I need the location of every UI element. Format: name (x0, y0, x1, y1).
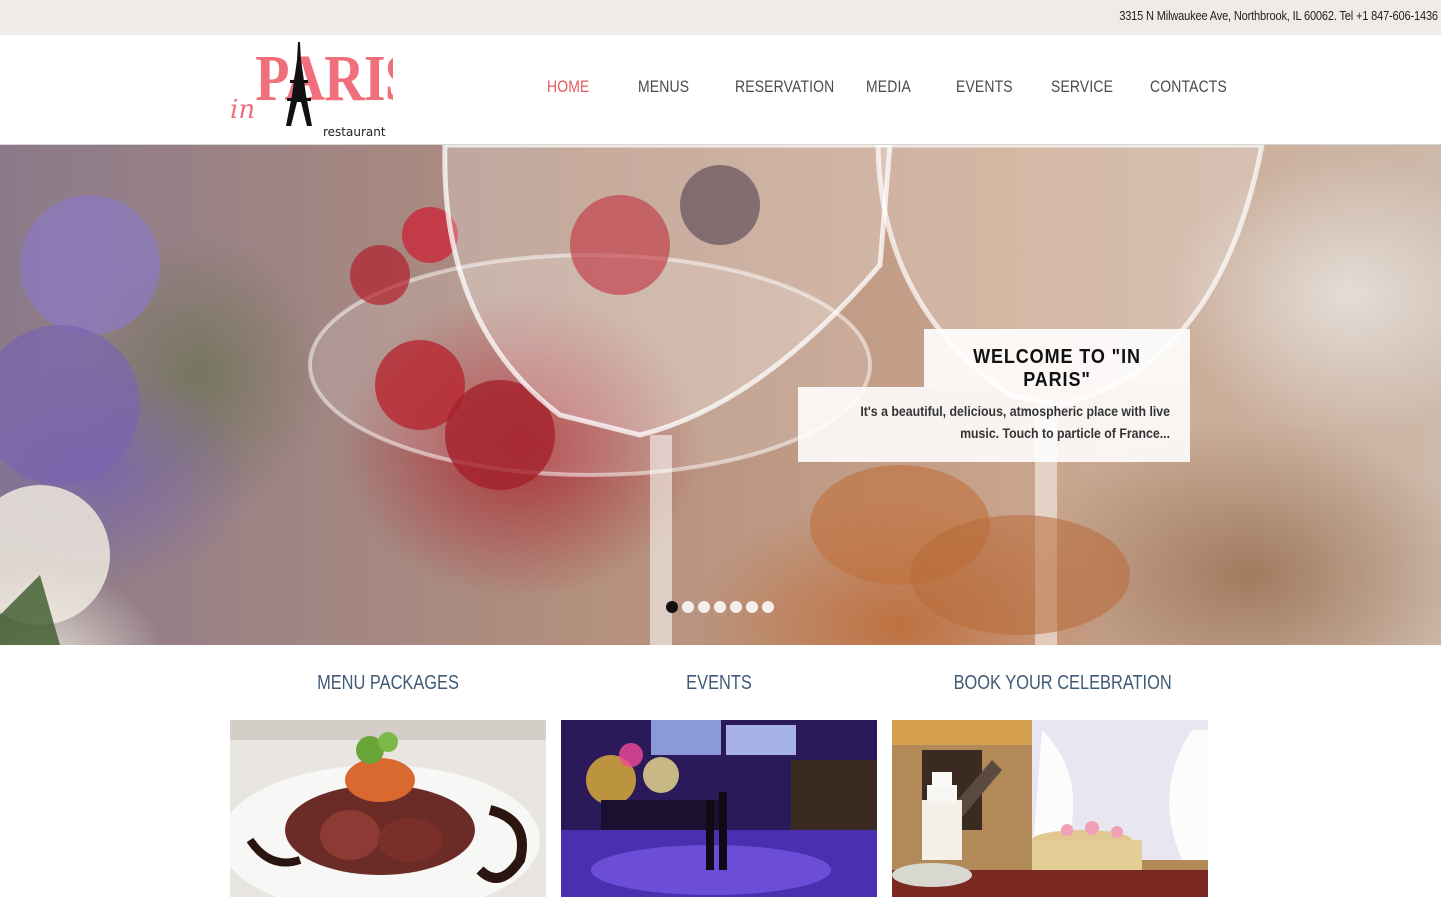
food-plate-image (230, 720, 546, 897)
address-phone-text: 3315 N Milwaukee Ave, Northbrook, IL 600… (1119, 8, 1438, 23)
site-header: in PARIS restaurant HOME MENUS RESERVATI… (0, 35, 1441, 145)
top-info-bar: 3315 N Milwaukee Ave, Northbrook, IL 600… (0, 0, 1441, 35)
nav-media[interactable]: MEDIA (866, 77, 911, 97)
hero-slideshow[interactable]: WELCOME TO "IN PARIS" It's a beautiful, … (0, 145, 1441, 645)
logo-subtitle: restaurant (323, 125, 386, 139)
nav-contacts[interactable]: CONTACTS (1150, 77, 1227, 97)
nav-service[interactable]: SERVICE (1051, 77, 1113, 97)
nav-menus[interactable]: MENUS (638, 77, 689, 97)
slide-dot[interactable] (730, 601, 742, 613)
slideshow-dots (666, 601, 774, 613)
menu-packages-image[interactable] (230, 720, 546, 897)
nav-events[interactable]: EVENTS (956, 77, 1013, 97)
hero-description-box: It's a beautiful, delicious, atmospheric… (798, 387, 1190, 462)
hero-description: It's a beautiful, delicious, atmospheric… (860, 403, 1170, 441)
slide-dot[interactable] (666, 601, 678, 613)
slide-dot[interactable] (714, 601, 726, 613)
hero-title-box: WELCOME TO "IN PARIS" (924, 329, 1190, 391)
book-celebration-image[interactable] (892, 720, 1208, 897)
banquet-hall-image (892, 720, 1208, 897)
slide-dot[interactable] (698, 601, 710, 613)
main-nav: HOME MENUS RESERVATION MEDIA EVENTS SERV… (0, 77, 1441, 101)
hero-image (0, 145, 1265, 645)
slide-dot[interactable] (762, 601, 774, 613)
nav-reservation[interactable]: RESERVATION (735, 77, 834, 97)
slide-dot[interactable] (746, 601, 758, 613)
section-title-book-celebration[interactable]: BOOK YOUR CELEBRATION (954, 672, 1172, 696)
section-title-events[interactable]: EVENTS (637, 672, 801, 696)
section-title-menu-packages[interactable]: MENU PACKAGES (306, 672, 470, 696)
dance-hall-image (561, 720, 877, 897)
hero-title: WELCOME TO "IN PARIS" (973, 346, 1141, 391)
nav-home[interactable]: HOME (547, 77, 589, 97)
slide-dot[interactable] (682, 601, 694, 613)
events-image[interactable] (561, 720, 877, 897)
